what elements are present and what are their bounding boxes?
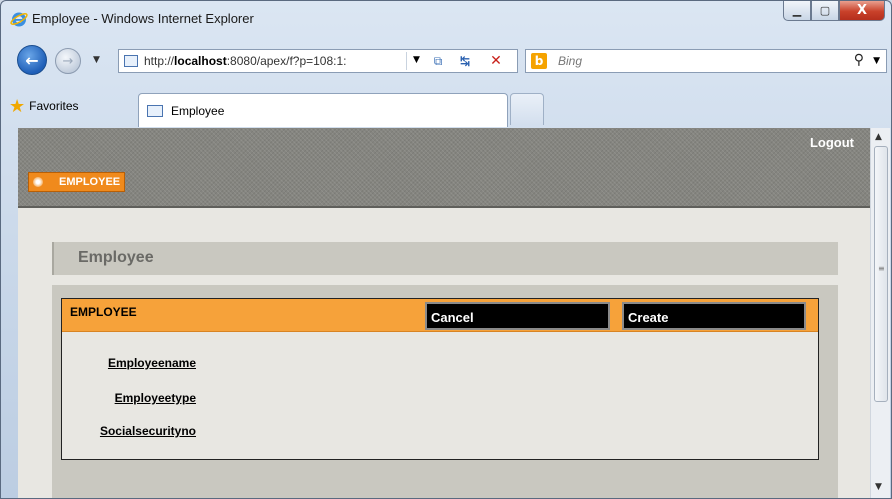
field-employeetype: Employeetype	[62, 387, 196, 409]
field-employeename: Employeename	[62, 352, 196, 374]
header-divider	[18, 206, 870, 208]
employeetype-label[interactable]: Employeetype	[115, 391, 196, 405]
browser-window: Employee - Windows Internet Explorer ▁ ▢…	[0, 0, 892, 499]
region-title-bar: Employee	[52, 242, 838, 275]
forward-arrow-icon: →	[62, 53, 74, 69]
employee-form: EMPLOYEE Cancel Create Employeename Empl…	[61, 298, 819, 460]
app-tab-employee[interactable]: EMPLOYEE	[28, 172, 126, 192]
minimize-button[interactable]: ▁	[783, 1, 811, 21]
search-options-dropdown[interactable]: ▼	[873, 56, 880, 66]
employeename-label[interactable]: Employeename	[108, 356, 196, 370]
tab-bullet-icon	[33, 177, 43, 187]
forward-button[interactable]: →	[55, 48, 81, 74]
url-rest: :8080/apex/f?p=108:1:	[226, 54, 347, 68]
favorites-button[interactable]: ★ Favorites	[9, 96, 79, 116]
ie-logo-icon	[10, 12, 28, 27]
create-button[interactable]: Create	[621, 301, 807, 331]
socialsecurityno-label[interactable]: Socialsecurityno	[100, 424, 196, 438]
page-icon	[124, 55, 138, 67]
scrollbar-thumb[interactable]: ≡	[874, 146, 888, 402]
search-box[interactable]: b Bing ⚲ ▼	[525, 49, 887, 73]
favorites-bar: ★ Favorites Employee	[1, 90, 891, 128]
address-url[interactable]: http://localhost:8080/apex/f?p=108:1:	[144, 54, 404, 68]
favorites-star-icon: ★	[9, 96, 26, 116]
region-title: Employee	[78, 249, 154, 266]
title-bar: Employee - Windows Internet Explorer ▁ ▢…	[1, 1, 891, 37]
maximize-button[interactable]: ▢	[811, 1, 839, 21]
cancel-button[interactable]: Cancel	[424, 301, 611, 331]
app-tab-label: EMPLOYEE	[59, 176, 121, 188]
logout-link[interactable]: Logout	[810, 135, 854, 150]
refresh-icon[interactable]: ↹	[456, 53, 474, 69]
new-tab-button[interactable]	[510, 93, 544, 125]
scroll-up-arrow-icon[interactable]: ▲	[875, 132, 882, 142]
address-separator	[406, 52, 407, 70]
vertical-scrollbar[interactable]: ▲ ≡ ▼	[870, 128, 890, 498]
field-socialsecurityno: Socialsecurityno	[62, 420, 196, 442]
window-controls: ▁ ▢ X	[783, 1, 885, 23]
window-title: Employee - Windows Internet Explorer	[32, 11, 254, 26]
bing-icon: b	[531, 53, 547, 69]
url-prefix: http://	[144, 54, 175, 68]
scroll-down-arrow-icon[interactable]: ▼	[875, 482, 882, 492]
page-icon	[147, 104, 163, 117]
page-viewport: Logout EMPLOYEE Employee EMPLOYEE Cancel…	[18, 128, 870, 498]
address-bar[interactable]: http://localhost:8080/apex/f?p=108:1: ▼ …	[118, 49, 518, 73]
stop-icon[interactable]: ✕	[487, 53, 505, 69]
tab-label: Employee	[171, 103, 225, 118]
address-dropdown[interactable]: ▼	[413, 55, 420, 65]
page-header: Logout EMPLOYEE	[18, 128, 870, 206]
recent-pages-dropdown[interactable]: ▼	[93, 55, 100, 65]
form-header: EMPLOYEE Cancel Create	[62, 299, 818, 332]
search-placeholder: Bing	[558, 54, 583, 68]
favorites-label: Favorites	[29, 99, 79, 113]
back-arrow-icon: ←	[25, 50, 39, 70]
close-button[interactable]: X	[839, 1, 885, 21]
navigation-bar: ← → ▼ http://localhost:8080/apex/f?p=108…	[1, 39, 891, 89]
url-host: localhost	[174, 54, 227, 68]
form-title: EMPLOYEE	[70, 305, 137, 319]
compatibility-icon[interactable]: ⧉	[429, 53, 447, 69]
back-button[interactable]: ←	[17, 45, 47, 75]
search-icon[interactable]: ⚲	[854, 52, 864, 68]
grip-icon: ≡	[878, 264, 885, 273]
tab-employee[interactable]: Employee	[138, 93, 508, 127]
